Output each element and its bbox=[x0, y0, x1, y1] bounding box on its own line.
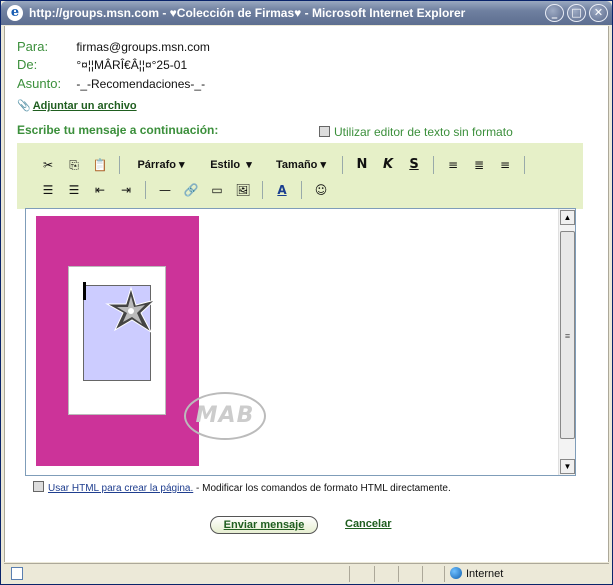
paragraph-label: Párrafo bbox=[137, 159, 176, 171]
to-value: firmas@groups.msn.com bbox=[76, 40, 210, 54]
to-label: Para: bbox=[17, 39, 49, 54]
html-checkbox[interactable] bbox=[33, 481, 44, 492]
maximize-button[interactable]: □ bbox=[567, 4, 586, 22]
html-option-desc: - Modificar los comandos de formato HTML… bbox=[193, 483, 451, 494]
outdent-icon[interactable]: ⇤ bbox=[89, 180, 111, 200]
cancel-link[interactable]: Cancelar bbox=[345, 518, 391, 530]
bold-button[interactable]: N bbox=[351, 155, 373, 175]
link-icon[interactable]: 🔗 bbox=[180, 180, 202, 200]
text-color-icon[interactable]: A bbox=[271, 180, 293, 200]
page-icon bbox=[11, 567, 23, 580]
align-left-icon[interactable]: ≡ bbox=[442, 155, 464, 175]
minimize-button[interactable]: _ bbox=[545, 4, 564, 22]
title-bar[interactable]: e http://groups.msn.com - ♥Colección de … bbox=[1, 1, 612, 25]
globe-icon bbox=[450, 567, 462, 579]
style-label: Estilo bbox=[210, 159, 241, 171]
indent-icon[interactable]: ⇥ bbox=[115, 180, 137, 200]
compose-prompt: Escribe tu mensaje a continuación: bbox=[17, 123, 219, 137]
status-divider bbox=[374, 566, 375, 582]
style-dropdown[interactable]: Estilo ▾ bbox=[198, 155, 264, 175]
subject-value: -_-Recomendaciones-_- bbox=[76, 77, 206, 91]
separator bbox=[524, 156, 525, 174]
browser-window: e http://groups.msn.com - ♥Colección de … bbox=[0, 0, 613, 585]
separator bbox=[433, 156, 434, 174]
attach-file: 📎 Adjuntar un archivo bbox=[17, 99, 137, 112]
align-right-icon[interactable]: ≡ bbox=[494, 155, 516, 175]
align-center-icon[interactable]: ≣ bbox=[468, 155, 490, 175]
scroll-down-arrow[interactable]: ▼ bbox=[560, 459, 575, 474]
zone-label: Internet bbox=[466, 568, 504, 580]
horizontal-rule-icon[interactable]: — bbox=[154, 180, 176, 200]
status-divider bbox=[349, 566, 350, 582]
security-zone: Internet bbox=[450, 567, 503, 580]
from-value: °¤¦¦MÂRÎ€Â¦¦¤°25-01 bbox=[76, 58, 188, 72]
status-divider bbox=[422, 566, 423, 582]
size-label: Tamaño bbox=[276, 159, 318, 171]
mab-watermark: MAB bbox=[184, 392, 266, 440]
size-dropdown[interactable]: Tamaño ▾ bbox=[268, 155, 334, 175]
separator bbox=[119, 156, 120, 174]
window-title: http://groups.msn.com - ♥Colección de Fi… bbox=[29, 6, 466, 20]
to-row: Para: firmas@groups.msn.com bbox=[17, 39, 210, 54]
scroll-thumb[interactable]: ≡ bbox=[560, 231, 575, 439]
text-cursor bbox=[83, 282, 86, 300]
scroll-up-arrow[interactable]: ▲ bbox=[560, 210, 575, 225]
plaintext-option[interactable]: Utilizar editor de texto sin formato bbox=[319, 125, 513, 139]
toolbar-row-2: ☰ ☰ ⇤ ⇥ — 🔗 ▭ 🖼 A ☺ bbox=[35, 177, 334, 203]
subject-label: Asunto: bbox=[17, 76, 62, 91]
shuriken-star-image bbox=[105, 286, 156, 334]
plaintext-checkbox[interactable] bbox=[319, 126, 330, 137]
separator bbox=[342, 156, 343, 174]
subject-row: Asunto: -_-Recomendaciones-_- bbox=[17, 76, 205, 91]
attach-file-link[interactable]: Adjuntar un archivo bbox=[33, 100, 137, 112]
from-row: De: °¤¦¦MÂRÎ€Â¦¦¤°25-01 bbox=[17, 57, 187, 72]
cut-icon[interactable]: ✂ bbox=[37, 155, 59, 175]
paste-icon[interactable]: 📋 bbox=[89, 155, 111, 175]
italic-button[interactable]: K bbox=[377, 155, 399, 175]
html-option: Usar HTML para crear la página. - Modifi… bbox=[33, 481, 451, 494]
ie-icon: e bbox=[7, 5, 23, 21]
copy-icon[interactable]: ⎘ bbox=[63, 155, 85, 175]
from-label: De: bbox=[17, 57, 38, 72]
paperclip-icon: 📎 bbox=[17, 100, 31, 112]
toolbar-row-1: ✂ ⎘ 📋 Párrafo ▾ Estilo ▾ Tamaño ▾ N K S … bbox=[35, 152, 531, 178]
close-button[interactable]: ✕ bbox=[589, 4, 608, 22]
separator bbox=[262, 181, 263, 199]
paragraph-dropdown[interactable]: Párrafo ▾ bbox=[128, 155, 194, 175]
image-icon[interactable]: 🖼 bbox=[232, 180, 254, 200]
table-icon[interactable]: ▭ bbox=[206, 180, 228, 200]
numbered-list-icon[interactable]: ☰ bbox=[37, 180, 59, 200]
status-bar: Internet bbox=[4, 563, 609, 583]
separator bbox=[145, 181, 146, 199]
html-option-link[interactable]: Usar HTML para crear la página. bbox=[48, 483, 193, 494]
separator bbox=[301, 181, 302, 199]
bullet-list-icon[interactable]: ☰ bbox=[63, 180, 85, 200]
emoticon-icon[interactable]: ☺ bbox=[310, 180, 332, 200]
status-divider bbox=[444, 566, 445, 582]
status-divider bbox=[398, 566, 399, 582]
editor-scrollbar[interactable]: ▲ ≡ ▼ bbox=[558, 209, 575, 475]
underline-button[interactable]: S bbox=[403, 155, 425, 175]
plaintext-label: Utilizar editor de texto sin formato bbox=[334, 125, 513, 139]
send-message-button[interactable]: Enviar mensaje bbox=[210, 516, 318, 534]
